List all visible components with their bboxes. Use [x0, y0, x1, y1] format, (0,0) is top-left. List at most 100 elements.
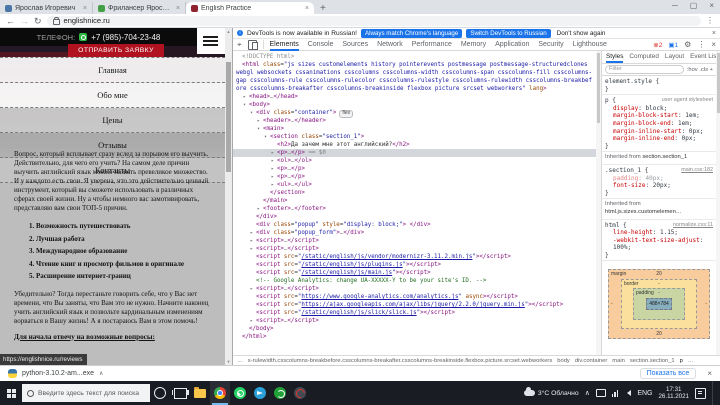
dom-tree-line[interactable]: ▾ <body> [233, 101, 596, 109]
dom-tree-line[interactable]: <script src="https://ajax.googleapis.com… [233, 301, 596, 309]
breadcrumb-item[interactable]: … [688, 358, 694, 364]
devtools-tab-sources[interactable]: Sources [342, 39, 368, 51]
notification-close-icon[interactable]: × [712, 30, 716, 37]
stylesheet-origin-link[interactable]: user agent stylesheet [662, 97, 713, 105]
breadcrumb-item[interactable]: p [680, 358, 683, 364]
css-rule[interactable]: normalize.css:11 html {line-height: 1.15;… [602, 220, 716, 262]
breadcrumb-item[interactable]: div.container [575, 358, 607, 364]
dom-tree-line[interactable]: ▸ <p>…</p> [233, 173, 596, 181]
download-filename[interactable]: python-3.10.2-am...exe [22, 370, 94, 377]
dom-tree-line[interactable]: ▸ <ul>…</ul> [233, 181, 596, 189]
url-omnibox[interactable]: englishnice.ru [46, 15, 701, 26]
flex-badge[interactable]: flex [339, 110, 354, 118]
devtools-menu-icon[interactable]: ⋮ [697, 40, 705, 49]
page-scrollbar[interactable]: ▲ ▼ [225, 28, 232, 365]
breadcrumb-item[interactable]: main [612, 358, 625, 364]
dom-tree-line[interactable]: ▸ <p>…</p> [233, 165, 596, 173]
whatsapp-button[interactable] [230, 381, 250, 405]
dom-tree-line[interactable]: ▸ <ol>…</ol> [233, 157, 596, 165]
style-toggles[interactable]: :hov .cls + [687, 67, 713, 73]
dom-tree-line[interactable]: ▸ <script>…</script> [233, 317, 596, 325]
dom-tree-line[interactable]: </body> [233, 325, 596, 333]
menu-item-3[interactable]: Цены [0, 108, 225, 133]
hamburger-icon[interactable] [203, 36, 218, 48]
back-icon[interactable]: ← [6, 16, 15, 26]
taskbar-search[interactable]: Введите здесь текст для поиска [22, 384, 150, 402]
file-explorer-button[interactable] [190, 381, 210, 405]
error-badge[interactable]: ⊗2 [653, 41, 662, 49]
browser-tab[interactable]: Фрилансер Ярослав Апрелков× [93, 2, 186, 14]
dom-tree-line[interactable]: ▸ <script>…</script> [233, 245, 596, 253]
breadcrumb-item[interactable]: … [237, 358, 243, 364]
dom-tree-line[interactable]: ▾ <div class="container"> flex [233, 109, 596, 118]
issues-badge[interactable]: ▣1 [668, 41, 678, 49]
misc-app-button[interactable] [290, 381, 310, 405]
device-toolbar-icon[interactable] [247, 39, 258, 50]
dom-tree-line[interactable]: ▾ <section class="section_1"> [233, 133, 596, 141]
display-icon[interactable] [595, 389, 606, 397]
chrome-button[interactable] [210, 381, 230, 405]
breadcrumb-item[interactable]: s-rulewidth.csscolumns-breakbefore.cssco… [248, 358, 552, 364]
stylesheet-origin-link[interactable]: main.css:182 [681, 167, 713, 175]
dom-tree-line[interactable]: ▾ <main> [233, 125, 596, 133]
refresh-icon[interactable]: ↻ [34, 16, 42, 26]
dom-tree-line[interactable]: ▸ <head>…</head> [233, 93, 596, 101]
switch-russian-button[interactable]: Switch DevTools to Russian [466, 28, 551, 38]
devtools-tab-elements[interactable]: Elements [269, 39, 299, 51]
whatsapp-icon[interactable] [79, 33, 88, 41]
css-rule[interactable]: main.css:182 .section_1 {padding: 40px; fo… [602, 165, 716, 200]
green-app-button[interactable] [270, 381, 290, 405]
css-rule[interactable]: element.style {} [602, 76, 716, 96]
stylesheet-origin-link[interactable]: normalize.css:11 [673, 222, 713, 230]
show-all-downloads-button[interactable]: Показать все [639, 368, 697, 379]
start-button[interactable] [0, 381, 22, 405]
send-request-button[interactable]: ОТПРАВИТЬ ЗАЯВКУ [68, 44, 164, 57]
tab-close-icon[interactable]: × [83, 5, 87, 12]
dom-tree-line[interactable]: <script src="/static/english/js/plugins.… [233, 261, 596, 269]
settings-gear-icon[interactable]: ⚙ [684, 40, 691, 49]
close-icon[interactable]: × [709, 1, 714, 10]
sidebar-tab-computed[interactable]: Computed [629, 51, 659, 63]
devtools-tab-network[interactable]: Network [377, 39, 403, 51]
cortana-button[interactable] [150, 381, 170, 405]
filter-input[interactable]: Filter [605, 65, 684, 74]
maximize-icon[interactable]: ▢ [690, 1, 698, 10]
inherited-source-link[interactable]: section.section_1 [642, 154, 687, 160]
devtools-close-icon[interactable]: × [711, 40, 716, 49]
sidebar-scrollbar[interactable] [716, 51, 720, 355]
inherited-source-link[interactable]: html.js.sizes.customelemen… [605, 209, 682, 215]
new-tab-button[interactable]: + [320, 4, 326, 14]
browser-menu-icon[interactable]: ⋮ [706, 16, 714, 25]
browser-tab[interactable]: English Practice × [186, 2, 314, 14]
dom-tree-line[interactable]: <div class="popup" style="display: block… [233, 221, 596, 229]
dom-tree-line[interactable]: <script src="https://www.google-analytic… [233, 293, 596, 301]
forward-icon[interactable]: → [20, 16, 29, 26]
scroll-down-icon[interactable]: ▼ [225, 358, 232, 365]
css-rule[interactable]: user agent stylesheet p {display: block; m… [602, 95, 716, 153]
scroll-up-icon[interactable]: ▲ [225, 28, 232, 35]
scroll-thumb[interactable] [226, 62, 231, 172]
telegram-button[interactable] [250, 381, 270, 405]
sidebar-tab-styles[interactable]: Styles [606, 51, 624, 63]
dom-tree-line[interactable]: <script src="/static/english/js/vendor/m… [233, 253, 596, 261]
inspect-element-icon[interactable]: ⌖ [237, 40, 242, 49]
browser-tab[interactable]: Ярослав Игоревич × [0, 2, 93, 14]
action-center-icon[interactable] [695, 387, 706, 399]
breadcrumb-item[interactable]: body [557, 358, 570, 364]
dom-tree-line[interactable]: <script src="/static/english/js/slick/sl… [233, 309, 596, 317]
devtools-tab-application[interactable]: Application [495, 39, 529, 51]
dom-tree-line[interactable]: ▸ <script>…</script> [233, 237, 596, 245]
dom-tree-line[interactable]: <h2>Да зачем мне этот английский?</h2> [233, 141, 596, 149]
dom-tree-line[interactable]: <html class="js sizes customelements his… [233, 61, 592, 93]
dont-show-again-button[interactable]: Don't show again [557, 30, 606, 37]
minimize-icon[interactable]: ─ [672, 1, 678, 10]
taskbar-clock[interactable]: 17:31 26.11.2021 [658, 386, 689, 400]
dom-tree-line[interactable]: </html> [233, 333, 596, 341]
dom-tree-line[interactable]: ▸ <script>…</script> [233, 285, 596, 293]
menu-item-1[interactable]: Главная [0, 57, 225, 83]
menu-item-2[interactable]: Обо мне [0, 83, 225, 108]
dom-tree-line[interactable]: ▸ <p>…</p> == $0 [233, 149, 596, 157]
breadcrumb-item[interactable]: section.section_1 [630, 358, 675, 364]
devtools-tab-console[interactable]: Console [308, 39, 334, 51]
devtools-tab-security[interactable]: Security [538, 39, 563, 51]
